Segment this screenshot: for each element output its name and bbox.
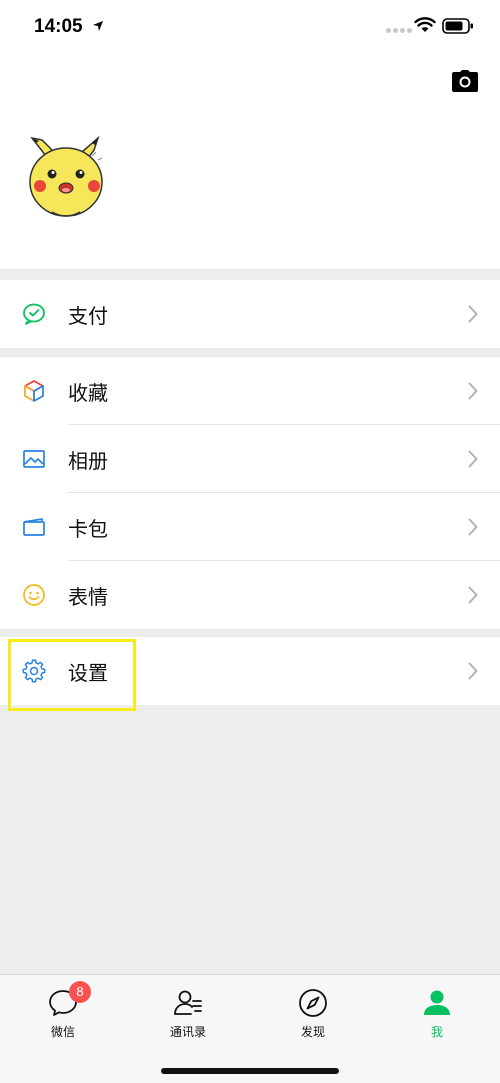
- tab-discover-label: 发现: [300, 1025, 325, 1039]
- tab-discover[interactable]: 发现: [268, 987, 358, 1040]
- wechat-pay-icon: [23, 303, 45, 325]
- card-wallet-icon: [23, 518, 45, 536]
- picture-icon: [23, 450, 45, 468]
- profile-header: [0, 52, 500, 269]
- menu-item-stickers[interactable]: 表情: [0, 561, 500, 629]
- camera-icon[interactable]: [452, 70, 478, 92]
- menu-item-album[interactable]: 相册: [0, 425, 500, 493]
- status-bar: 14:05: [0, 0, 500, 52]
- gear-icon: [22, 659, 46, 683]
- cube-icon: [24, 380, 44, 402]
- menu-item-album-label: 相册: [68, 448, 108, 473]
- status-time: 14:05: [34, 16, 104, 38]
- smiley-icon: [23, 584, 45, 606]
- avatar[interactable]: [22, 136, 112, 222]
- menu-group-settings: 设置: [0, 637, 500, 705]
- menu-item-settings-label: 设置: [68, 660, 108, 685]
- chevron-right-icon: [468, 305, 478, 323]
- battery-icon: [442, 18, 473, 34]
- menu-item-favorites[interactable]: 收藏: [0, 357, 500, 425]
- person-icon: [424, 990, 450, 1015]
- location-arrow-icon: [92, 21, 103, 31]
- cellular-signal-icon: [386, 28, 412, 33]
- unread-badge: 8: [69, 981, 91, 1003]
- menu-item-pay-label: 支付: [68, 303, 108, 328]
- tab-contacts-label: 通讯录: [169, 1025, 206, 1039]
- chevron-right-icon: [468, 662, 478, 680]
- tab-chats-label: 微信: [50, 1025, 75, 1039]
- menu-group-main: 收藏 相册 卡包 表情: [0, 357, 500, 629]
- chevron-right-icon: [468, 450, 478, 468]
- menu-item-settings[interactable]: 设置: [0, 637, 500, 705]
- menu-item-cards[interactable]: 卡包: [0, 493, 500, 561]
- tab-me[interactable]: 我: [392, 987, 482, 1040]
- tab-bar: 8 微信 通讯录 发现 我: [0, 974, 500, 1083]
- contacts-icon: [174, 990, 202, 1015]
- wifi-icon: [414, 17, 436, 32]
- menu-item-cards-label: 卡包: [68, 516, 108, 541]
- home-indicator: [161, 1068, 339, 1074]
- compass-icon: [299, 989, 327, 1017]
- menu-item-pay[interactable]: 支付: [0, 280, 500, 348]
- menu-group-pay: 支付: [0, 280, 500, 348]
- tab-contacts[interactable]: 通讯录: [143, 987, 233, 1040]
- chevron-right-icon: [468, 382, 478, 400]
- menu-item-stickers-label: 表情: [68, 584, 108, 609]
- chevron-right-icon: [468, 586, 478, 604]
- tab-chats[interactable]: 8 微信: [18, 981, 108, 1040]
- menu-item-favorites-label: 收藏: [68, 380, 108, 405]
- chevron-right-icon: [468, 518, 478, 536]
- tab-me-label: 我: [430, 1025, 443, 1039]
- status-time-text: 14:05: [34, 16, 83, 37]
